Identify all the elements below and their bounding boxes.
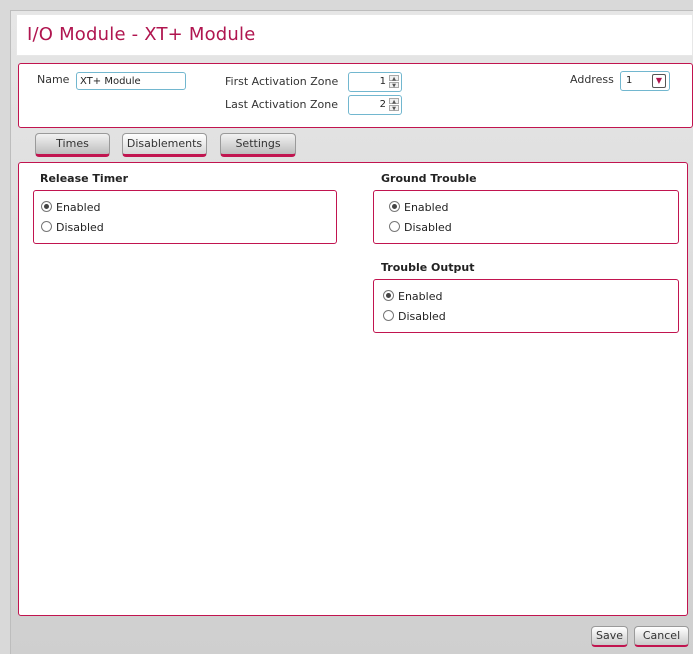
spin-down-icon[interactable]: ▼ [389, 82, 399, 89]
trouble-output-disabled-option[interactable]: Disabled [383, 310, 446, 323]
trouble-output-enabled-option[interactable]: Enabled [383, 290, 442, 303]
save-button[interactable]: Save [591, 626, 628, 647]
tab-times[interactable]: Times [35, 133, 110, 157]
ground-trouble-title: Ground Trouble [381, 172, 477, 185]
ground-trouble-disabled-option[interactable]: Disabled [389, 221, 452, 234]
ground-trouble-group: Enabled Disabled [373, 190, 679, 244]
last-zone-stepper[interactable]: 2 ▲ ▼ [348, 95, 402, 115]
tab-settings[interactable]: Settings [220, 133, 296, 157]
spin-down-icon[interactable]: ▼ [389, 105, 399, 112]
first-zone-label: First Activation Zone [225, 75, 339, 88]
release-timer-disabled-option[interactable]: Disabled [41, 221, 104, 234]
tab-label: Disablements [126, 137, 203, 150]
radio-selected-icon[interactable] [41, 201, 52, 212]
radio-unselected-icon[interactable] [389, 221, 400, 232]
properties-panel: Name XT+ Module First Activation Zone 1 … [18, 63, 693, 128]
last-zone-label: Last Activation Zone [225, 98, 338, 111]
option-label: Disabled [56, 221, 104, 234]
tab-content-panel: Release Timer Enabled Disabled Ground Tr… [18, 162, 688, 616]
window-title: I/O Module - XT+ Module [27, 24, 256, 45]
trouble-output-title: Trouble Output [381, 261, 475, 274]
release-timer-enabled-option[interactable]: Enabled [41, 201, 100, 214]
first-zone-value: 1 [379, 76, 386, 87]
radio-selected-icon[interactable] [389, 201, 400, 212]
spin-up-icon[interactable]: ▲ [389, 75, 399, 82]
last-zone-value: 2 [379, 99, 386, 110]
address-label: Address [570, 73, 614, 86]
option-label: Disabled [404, 221, 452, 234]
tab-label: Times [56, 137, 89, 150]
tab-label: Settings [235, 137, 281, 150]
radio-selected-icon[interactable] [383, 290, 394, 301]
option-label: Disabled [398, 310, 446, 323]
address-value: 1 [626, 75, 633, 86]
name-label: Name [37, 73, 70, 86]
first-zone-stepper[interactable]: 1 ▲ ▼ [348, 72, 402, 92]
option-label: Enabled [56, 201, 101, 214]
spin-up-icon[interactable]: ▲ [389, 98, 399, 105]
dropdown-arrow-icon[interactable]: ▼ [652, 74, 666, 88]
trouble-output-group: Enabled Disabled [373, 279, 679, 333]
radio-unselected-icon[interactable] [41, 221, 52, 232]
tab-disablements[interactable]: Disablements [122, 133, 207, 157]
ground-trouble-enabled-option[interactable]: Enabled [389, 201, 448, 214]
option-label: Enabled [404, 201, 449, 214]
release-timer-title: Release Timer [40, 172, 129, 185]
name-input[interactable]: XT+ Module [76, 72, 186, 90]
address-select[interactable]: 1 ▼ [620, 71, 670, 91]
title-bar: I/O Module - XT+ Module [16, 14, 693, 56]
radio-unselected-icon[interactable] [383, 310, 394, 321]
cancel-button[interactable]: Cancel [634, 626, 689, 647]
option-label: Enabled [398, 290, 443, 303]
release-timer-group: Enabled Disabled [33, 190, 337, 244]
